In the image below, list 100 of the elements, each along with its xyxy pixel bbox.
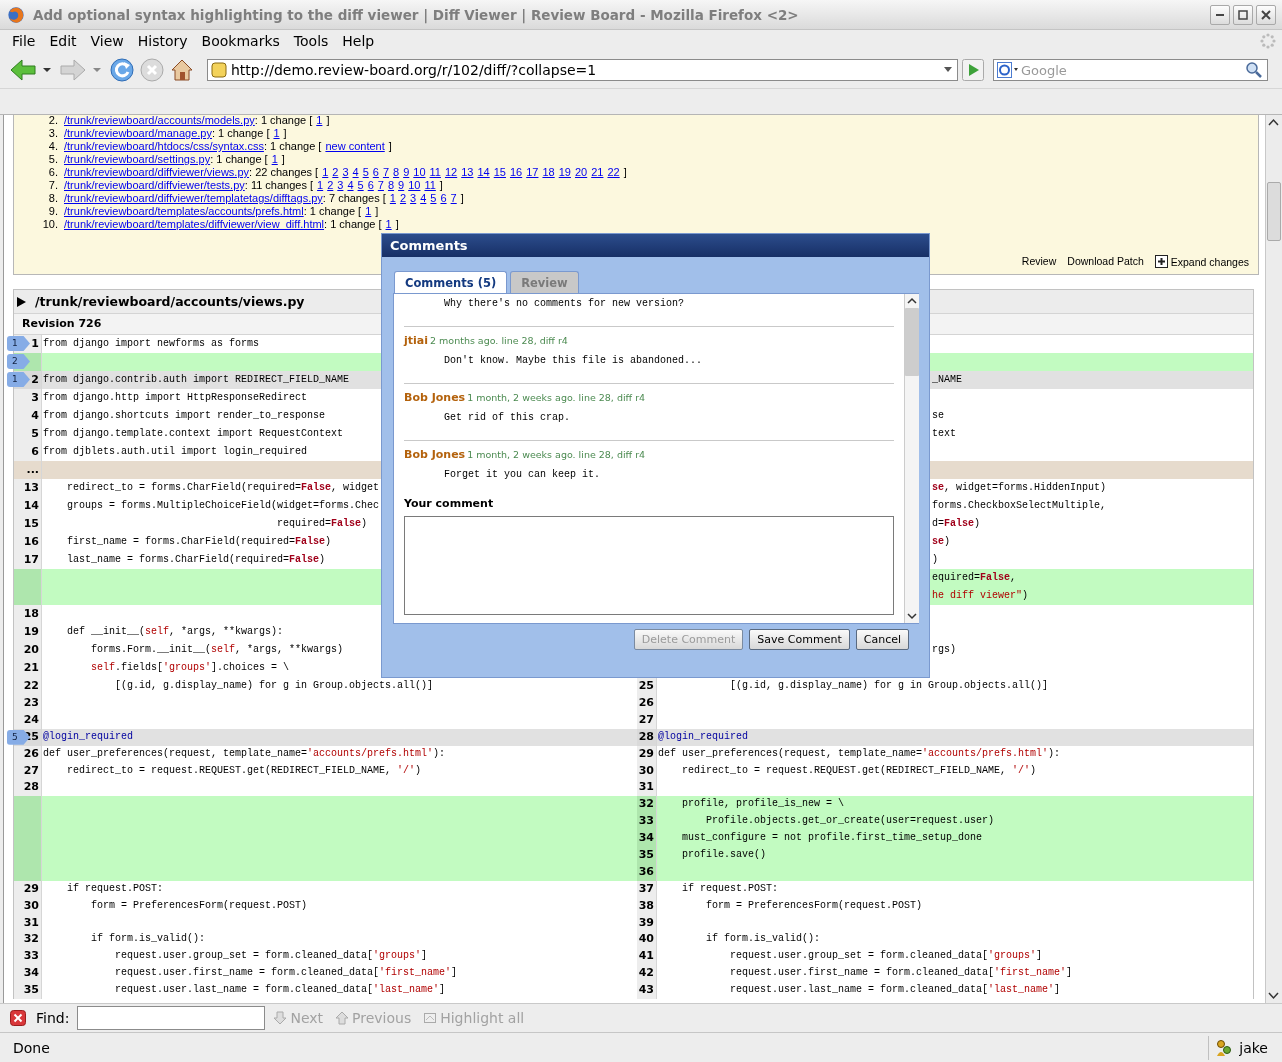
chunk-link[interactable]: 2: [332, 166, 339, 178]
scrollbar[interactable]: [904, 294, 919, 623]
file-link[interactable]: /trunk/reviewboard/manage.py: [64, 127, 212, 139]
code-line: ): [932, 554, 938, 565]
expand-icon[interactable]: [17, 296, 26, 307]
chunk-link[interactable]: 2: [399, 192, 407, 204]
file-link[interactable]: /trunk/reviewboard/diffviewer/tests.py: [64, 179, 245, 191]
chunk-link[interactable]: 4: [352, 166, 359, 178]
menu-item[interactable]: View: [83, 33, 131, 49]
chunk-link[interactable]: 11: [429, 166, 441, 178]
minimize-button[interactable]: [1210, 4, 1230, 25]
chunk-link[interactable]: new content: [325, 140, 385, 152]
chunk-link[interactable]: 16: [509, 166, 523, 178]
tab[interactable]: Comments (5): [394, 271, 508, 293]
expand-changes-link[interactable]: Expand changes: [1154, 255, 1249, 268]
chunk-link[interactable]: 6: [372, 166, 379, 178]
chunk-link[interactable]: 11: [424, 179, 436, 191]
file-link[interactable]: /trunk/reviewboard/templates/accounts/prefs.html: [64, 205, 304, 217]
line-number: 34: [637, 830, 657, 848]
user-indicator[interactable]: jake: [1208, 1035, 1282, 1060]
dialog-button[interactable]: Cancel: [855, 629, 909, 650]
chunk-link[interactable]: 1: [389, 192, 396, 204]
dropdown-icon[interactable]: [943, 66, 953, 74]
line-number: 33: [637, 813, 657, 831]
maximize-button[interactable]: [1233, 4, 1253, 25]
menu-item[interactable]: Edit: [42, 33, 84, 49]
address-field[interactable]: http://demo.review-board.org/r/102/diff/?collapse=1: [207, 59, 958, 81]
code-line: redirect_to = request.REQUEST.get(REDIRECT_FIELD_NAME, '/'): [66, 764, 422, 776]
file-link[interactable]: /trunk/reviewboard/accounts/models.py: [64, 115, 255, 126]
chunk-link[interactable]: 6: [440, 192, 447, 204]
line-number: 28: [14, 779, 42, 797]
list-number: 2.: [47, 115, 58, 127]
menu-item[interactable]: Bookmarks: [194, 33, 287, 49]
chunk-link[interactable]: 1: [322, 166, 329, 178]
action-link[interactable]: Download Patch: [1067, 255, 1144, 268]
code-line: request.user.group_set = form.cleaned_data['groups']: [114, 950, 428, 962]
chunk-link[interactable]: 4: [347, 179, 354, 191]
chunk-link[interactable]: 4: [420, 192, 427, 204]
search-box[interactable]: Google: [993, 59, 1268, 81]
url-field[interactable]: http://demo.review-board.org/r/102/diff/?collapse=1: [227, 62, 939, 78]
line-number: 41: [637, 948, 657, 966]
chunk-link[interactable]: 1: [365, 205, 372, 217]
chunk-link[interactable]: 3: [342, 166, 349, 178]
menu-item[interactable]: File: [5, 33, 43, 49]
go-icon[interactable]: [962, 59, 984, 81]
back-icon[interactable]: [9, 58, 37, 82]
home-icon[interactable]: [169, 57, 195, 83]
action-link[interactable]: Review: [1021, 255, 1057, 268]
close-icon[interactable]: [10, 1010, 26, 1026]
chunk-link[interactable]: 3: [410, 192, 417, 204]
chunk-link[interactable]: 17: [526, 166, 539, 178]
chunk-link[interactable]: 5: [362, 166, 369, 178]
chunk-link[interactable]: 1: [316, 115, 323, 126]
chunk-link[interactable]: 7: [450, 192, 457, 204]
chunk-link[interactable]: 14: [477, 166, 490, 178]
chunk-link[interactable]: 12: [444, 166, 458, 178]
chunk-link[interactable]: 15: [493, 166, 506, 178]
chunk-link[interactable]: 7: [377, 179, 384, 191]
chunk-link[interactable]: 6: [367, 179, 374, 191]
reload-icon[interactable]: [109, 57, 135, 83]
chunk-link[interactable]: 7: [382, 166, 390, 178]
chunk-link[interactable]: 1: [271, 153, 278, 165]
chunk-link[interactable]: 1: [385, 218, 392, 230]
chunk-link[interactable]: 3: [337, 179, 344, 191]
chunk-link[interactable]: 20: [574, 166, 588, 178]
menu-item[interactable]: Help: [335, 33, 382, 49]
line-number: 14: [14, 497, 42, 515]
comment-field[interactable]: [404, 516, 894, 615]
menu-item[interactable]: Tools: [286, 33, 336, 49]
scrollbar[interactable]: [1265, 115, 1282, 1003]
close-button[interactable]: [1256, 4, 1276, 25]
chunk-link[interactable]: 13: [461, 166, 474, 178]
chunk-link[interactable]: 10: [408, 179, 421, 191]
file-link[interactable]: /trunk/reviewboard/htdocs/css/syntax.css: [64, 140, 264, 152]
menu-item[interactable]: History: [130, 33, 195, 49]
chunk-link[interactable]: 8: [393, 166, 400, 178]
chunk-link[interactable]: 22: [607, 166, 620, 178]
chunk-link[interactable]: 1: [317, 179, 324, 191]
chunk-link[interactable]: 5: [357, 179, 364, 191]
chunk-link[interactable]: 18: [542, 166, 555, 178]
comment-meta: 1 month, 2 weeks ago. line 28, diff r4: [467, 449, 646, 460]
line-number: 19: [14, 623, 42, 641]
chunk-link[interactable]: 10: [413, 166, 426, 178]
search-icon[interactable]: [1244, 61, 1264, 79]
close-icon: [1261, 9, 1271, 20]
find-field[interactable]: [77, 1006, 266, 1030]
chunk-link[interactable]: 21: [591, 166, 604, 178]
chunk-link[interactable]: 9: [403, 166, 410, 178]
dialog-button[interactable]: Save Comment: [749, 629, 850, 650]
chunk-link[interactable]: 2: [327, 179, 334, 191]
dropdown-icon[interactable]: [43, 67, 51, 73]
scroll-thumb[interactable]: [905, 308, 919, 376]
chunk-link[interactable]: 19: [558, 166, 571, 178]
file-link[interactable]: /trunk/reviewboard/diffviewer/templatetags/difftags.py: [64, 192, 323, 204]
chunk-link[interactable]: 9: [398, 179, 405, 191]
scroll-thumb[interactable]: [1267, 182, 1281, 241]
line-number: 22: [14, 677, 42, 695]
chunk-link[interactable]: 5: [430, 192, 437, 204]
chunk-link[interactable]: 1: [273, 127, 280, 139]
chunk-link[interactable]: 8: [387, 179, 395, 191]
